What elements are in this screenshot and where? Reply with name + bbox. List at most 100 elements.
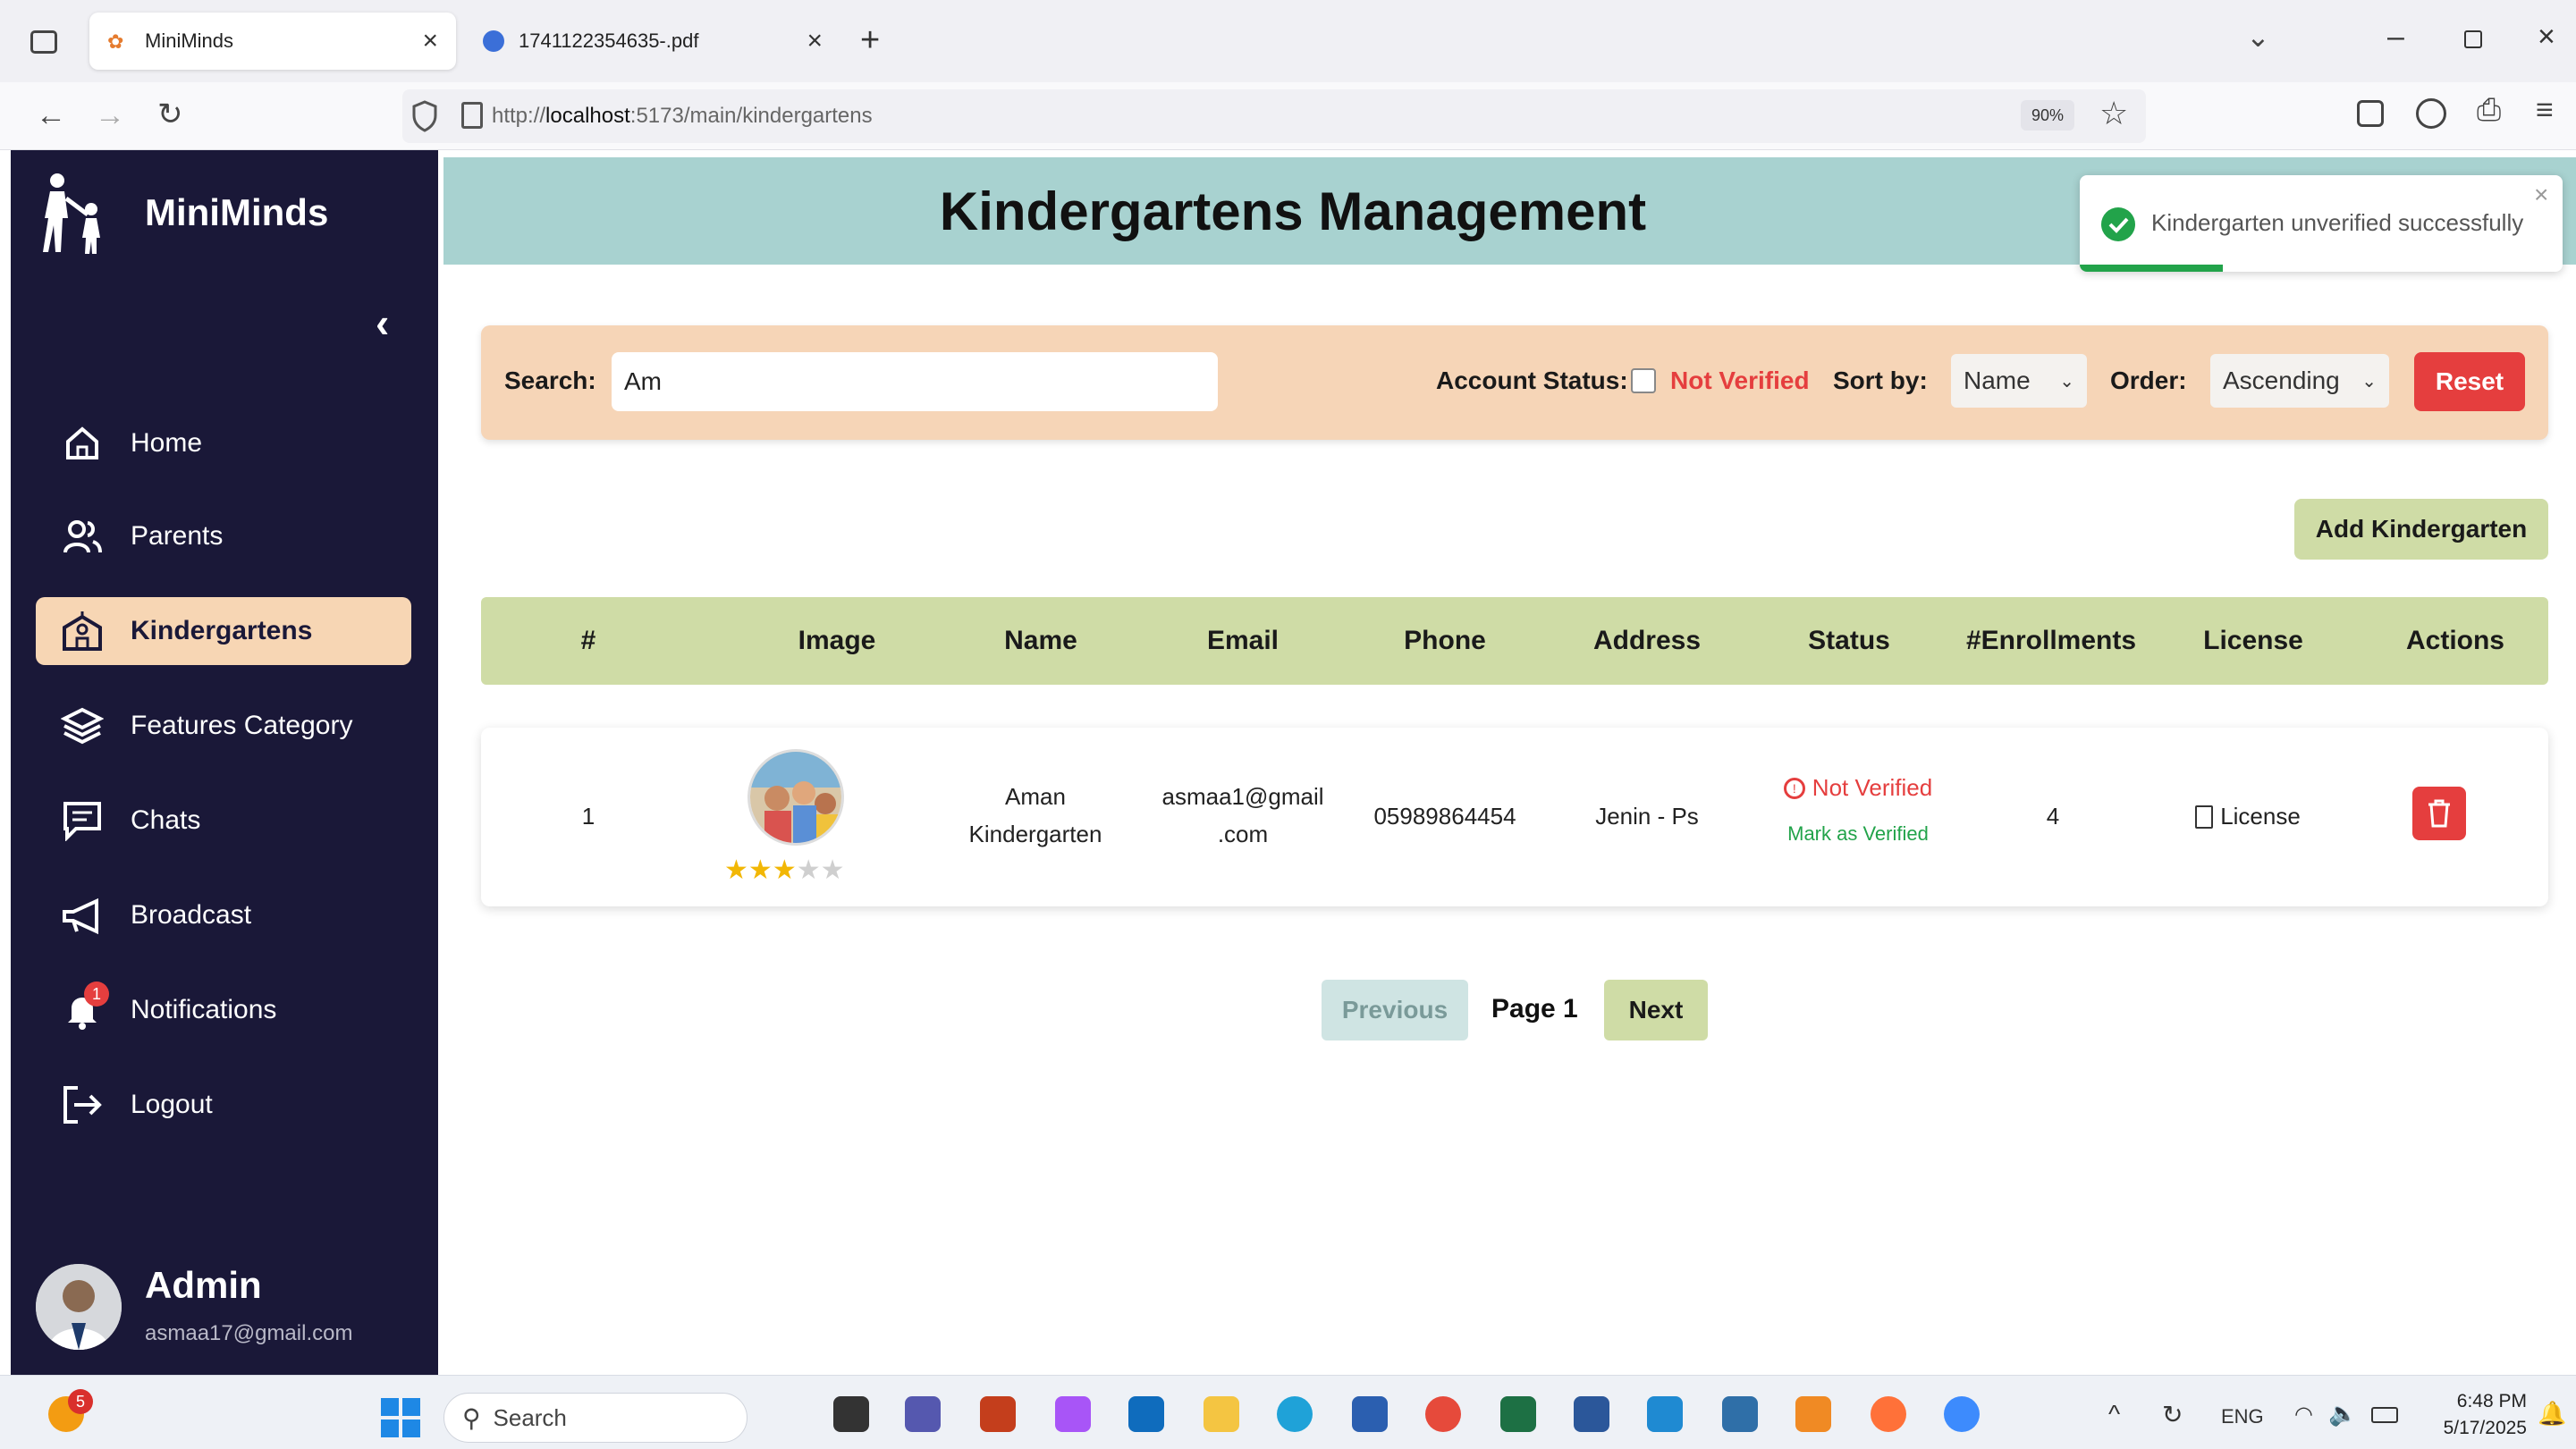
vscode-icon[interactable] [1647,1396,1683,1432]
minimize-icon[interactable]: – [2387,20,2404,55]
notification-center-icon[interactable]: 🔔 [2538,1400,2566,1428]
kindergarten-image[interactable] [747,749,844,846]
task-view-icon[interactable] [833,1396,869,1432]
status-text: Not Verified [1812,774,1933,801]
shield-icon[interactable] [411,100,438,132]
restore-icon[interactable] [2464,30,2482,48]
close-tab-icon[interactable]: × [422,26,438,56]
extensions-icon[interactable]: ⎙ [2477,93,2501,128]
previous-button[interactable]: Previous [1322,980,1468,1040]
sidebar: MiniMinds ‹ Home Parents Kindergartens F… [11,150,438,1375]
sidebar-item-broadcast[interactable]: Broadcast [36,881,411,949]
bookmark-star-icon[interactable]: ☆ [2099,95,2128,132]
firefox-icon[interactable] [1871,1396,1906,1432]
toast-close-icon[interactable]: × [2534,181,2548,209]
account-status-label: Account Status: [1436,366,1628,394]
tab-pdf[interactable]: 1741122354635-.pdf × [465,13,840,70]
avatar[interactable] [36,1264,122,1350]
tab-overview-icon[interactable] [30,30,57,54]
sort-by-select[interactable]: Name ⌄ [1951,354,2087,408]
app-icon[interactable] [1944,1396,1980,1432]
back-icon[interactable]: ← [36,98,66,133]
tab-label: 1741122354635-.pdf [519,29,699,52]
tray-chevron-icon[interactable]: ^ [2108,1400,2120,1428]
zoom-level[interactable]: 90% [2021,100,2074,131]
sidebar-item-label: Logout [131,1090,213,1119]
excel-icon[interactable] [1500,1396,1536,1432]
new-tab-icon[interactable]: + [860,21,880,60]
forward-icon[interactable]: → [95,98,125,133]
xampp-icon[interactable] [1795,1396,1831,1432]
battery-icon[interactable] [2371,1407,2398,1423]
order-select[interactable]: Ascending ⌄ [2210,354,2389,408]
page-info-icon[interactable] [461,102,483,129]
account-icon[interactable] [2416,98,2446,129]
pocket-icon[interactable] [2357,100,2384,127]
tab-label: MiniMinds [145,29,234,52]
delete-button[interactable] [2412,787,2466,840]
teams-icon[interactable] [905,1396,941,1432]
url-host: localhost [545,104,630,128]
license-link[interactable]: License [2176,803,2319,830]
search-label: Search: [504,366,596,394]
sidebar-item-chats[interactable]: Chats [36,787,411,855]
reset-button[interactable]: Reset [2414,352,2525,411]
search-input[interactable]: Am [612,352,1218,411]
sidebar-item-parents[interactable]: Parents [36,502,411,570]
star-filled-icon: ★ [724,855,748,885]
filter-bar: Search: Am Account Status: Not Verified … [481,325,2548,440]
favicon-icon: ✿ [107,30,124,53]
language-indicator[interactable]: ENG [2221,1405,2264,1428]
add-kindergarten-button[interactable]: Add Kindergarten [2294,499,2548,560]
tab-miniminds[interactable]: ✿ MiniMinds × [89,13,456,70]
chrome-icon[interactable] [1425,1396,1461,1432]
sidebar-item-logout[interactable]: Logout [36,1071,411,1139]
sidebar-item-kindergartens[interactable]: Kindergartens [36,597,411,665]
column-header: Email [1206,626,1280,655]
sidebar-item-features-category[interactable]: Features Category [36,692,411,760]
powerpoint-icon[interactable] [980,1396,1016,1432]
not-verified-checkbox[interactable] [1631,368,1656,393]
wifi-icon[interactable]: ◠ [2294,1402,2313,1428]
outlook-icon[interactable] [1128,1396,1164,1432]
sidebar-item-label: Kindergartens [131,616,313,645]
home-icon [59,420,106,467]
column-header: Address [1592,626,1702,655]
taskbar-search[interactable]: ⚲ Search [443,1393,747,1443]
sort-by-label: Sort by: [1833,366,1928,394]
table-header: # Image Name Email Phone Address Status … [481,597,2548,685]
mark-as-verified-link[interactable]: Mark as Verified [1742,822,1974,846]
user-name: Admin [145,1264,262,1306]
word-icon[interactable] [1574,1396,1609,1432]
close-window-icon[interactable]: × [2538,20,2555,55]
sidebar-item-notifications[interactable]: 1 Notifications [36,976,411,1044]
alert-circle-icon: ! [1783,777,1805,799]
next-button[interactable]: Next [1604,980,1708,1040]
copilot-icon[interactable] [1055,1396,1091,1432]
store-icon[interactable] [1352,1396,1388,1432]
clock-time[interactable]: 6:48 PM [2420,1391,2527,1412]
brand-name: MiniMinds [145,191,329,233]
order-value: Ascending [2223,366,2340,394]
notepad-icon[interactable] [1722,1396,1758,1432]
column-header: Name [1004,626,1077,655]
clock-date[interactable]: 5/17/2025 [2420,1418,2527,1439]
megaphone-icon [59,892,106,939]
volume-icon[interactable]: 🔈 [2328,1400,2357,1428]
rating-stars: ★ ★ ★ ★ ★ [724,855,845,886]
file-explorer-icon[interactable] [1204,1396,1239,1432]
sync-icon[interactable]: ↻ [2162,1400,2183,1429]
windows-start-icon[interactable] [381,1398,420,1437]
menu-icon[interactable]: ≡ [2536,93,2554,128]
chat-icon [59,797,106,844]
tab-list-chevron-icon[interactable]: ⌄ [2246,20,2270,54]
reload-icon[interactable]: ↻ [157,97,183,132]
column-header: Image [798,626,876,655]
url-bar[interactable]: http://localhost:5173/main/kindergartens [402,89,2146,143]
close-tab-icon[interactable]: × [807,26,823,56]
sort-by-value: Name [1964,366,2031,394]
collapse-sidebar-icon[interactable]: ‹ [376,299,389,347]
sidebar-item-home[interactable]: Home [36,409,411,477]
edge-icon[interactable] [1277,1396,1313,1432]
taskbar-search-placeholder: Search [493,1403,567,1431]
